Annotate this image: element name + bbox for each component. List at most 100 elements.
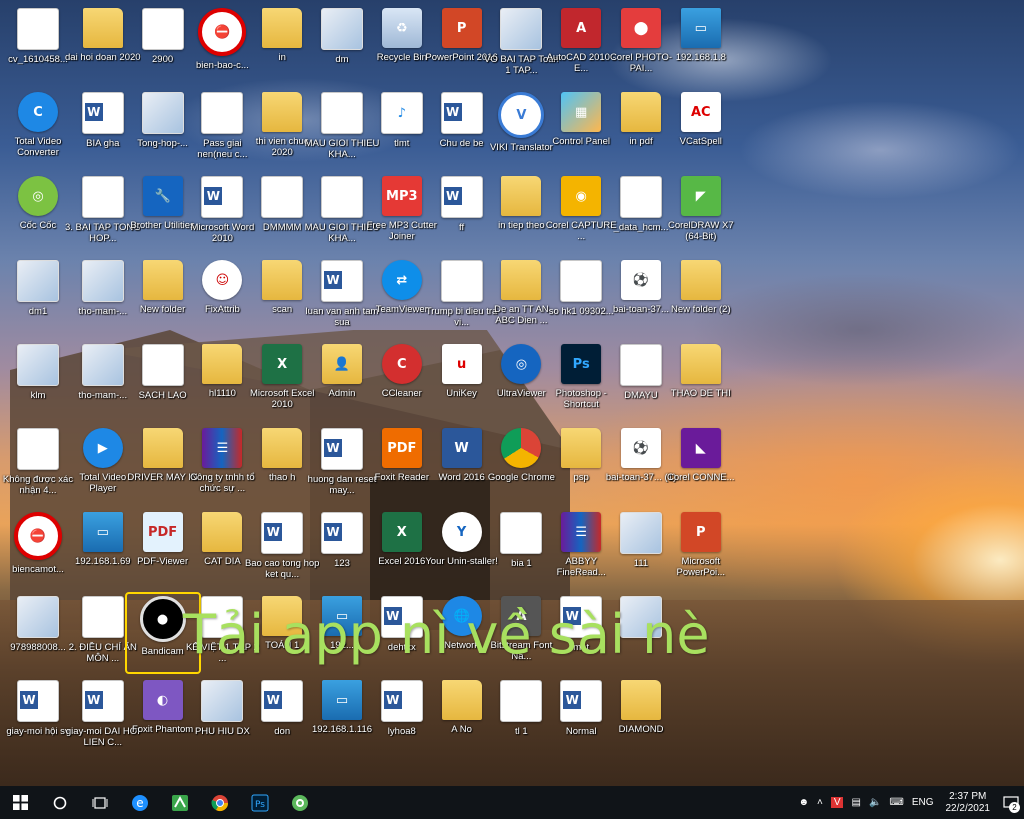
ball-icon: ⚽ <box>621 260 661 300</box>
edge-icon[interactable]: e <box>120 786 160 819</box>
unikey-tray-icon[interactable]: V <box>830 797 844 808</box>
img-icon <box>321 8 363 50</box>
word-icon <box>81 92 124 134</box>
task-view-icon[interactable] <box>80 786 120 819</box>
img-icon <box>201 680 244 722</box>
folder-icon <box>501 260 542 300</box>
rar-icon: ☰ <box>561 512 602 552</box>
word-icon <box>17 680 59 722</box>
foxit-icon: PDF <box>381 428 422 468</box>
desktop-icon[interactable]: P Microsoft PowerPoi... <box>663 508 739 590</box>
word16-icon: W <box>441 428 482 468</box>
corel-icon[interactable] <box>160 786 200 819</box>
word-icon <box>321 428 363 470</box>
sign-icon: ⛔ <box>14 512 62 560</box>
folder-icon <box>621 680 661 720</box>
taskbar: e Ps ☻ ˄ V ▤ 🔈 ⌨ ENG 2:37 PM 22/2/2021 2 <box>0 786 1024 819</box>
desktop-icon-label: CorelDRAW X7 (64-Bit) <box>667 220 734 242</box>
img-icon <box>620 512 662 554</box>
notification-count: 2 <box>1009 802 1020 813</box>
svg-text:e: e <box>136 796 143 810</box>
network-tray-icon[interactable]: ▤ <box>851 797 860 808</box>
rar-icon: ☰ <box>202 428 243 468</box>
doc-icon <box>620 344 662 386</box>
img-icon <box>17 260 59 302</box>
pc-icon: ▭ <box>680 8 721 48</box>
pc-icon: ▭ <box>322 680 362 720</box>
doc-icon <box>620 176 662 218</box>
folder-icon <box>142 428 183 468</box>
desktop-icon-label: Corel CONNE... <box>667 472 735 483</box>
folder-icon <box>680 260 721 300</box>
word-icon <box>321 512 363 554</box>
viki-icon: V <box>498 92 545 138</box>
img-icon <box>141 92 184 134</box>
doc-icon <box>500 680 543 722</box>
teamviewer-icon: ⇄ <box>381 260 422 300</box>
chrome-icon[interactable] <box>200 786 240 819</box>
clock-date: 22/2/2021 <box>945 802 991 814</box>
doc-icon <box>17 8 59 50</box>
ppt-icon: P <box>441 8 482 48</box>
folder-icon <box>262 260 303 300</box>
clock[interactable]: 2:37 PM 22/2/2021 <box>946 791 991 815</box>
doc-icon <box>500 512 543 554</box>
chevron-up-icon[interactable]: ˄ <box>817 797 823 808</box>
chrome-icon <box>501 428 542 468</box>
coreldraw-icon: ◤ <box>680 176 721 216</box>
desktop-icon[interactable]: New folder (2) <box>663 256 739 338</box>
desktop-icon[interactable]: ▭ 192.168.1.8 <box>663 4 739 86</box>
word-icon <box>261 512 304 554</box>
doc-icon <box>560 260 603 302</box>
word-icon <box>321 260 363 302</box>
word-icon <box>380 680 423 722</box>
folder-icon <box>82 8 123 48</box>
img-icon <box>81 260 124 302</box>
photoshop-icon[interactable]: Ps <box>240 786 280 819</box>
language-indicator[interactable]: ENG <box>912 797 934 808</box>
img-icon <box>17 344 59 386</box>
desktop-icon[interactable]: ◣ Corel CONNE... <box>663 424 739 506</box>
pdfv-icon: PDF <box>142 512 183 552</box>
keyboard-icon[interactable]: ⌨ <box>889 797 903 808</box>
desktop-icon[interactable]: AC VCatSpell <box>663 88 739 170</box>
desktop-icon[interactable]: THAO DE THI <box>663 340 739 422</box>
phantom-icon: ◐ <box>142 680 183 720</box>
desktop-icon-label: Microsoft PowerPoi... <box>676 556 726 578</box>
brother-icon: 🔧 <box>142 176 183 216</box>
volume-muted-icon[interactable]: 🔈 <box>869 797 881 808</box>
none-icon <box>681 680 721 720</box>
word-icon <box>440 92 483 134</box>
mp3-icon: ♪ <box>380 92 423 134</box>
folder-icon <box>501 176 542 216</box>
doc-icon <box>201 92 244 134</box>
desktop-icon-label: New folder (2) <box>670 304 731 315</box>
admin-icon: 👤 <box>322 344 362 384</box>
word-icon <box>440 176 483 218</box>
pc-icon: ▭ <box>82 512 123 552</box>
img-icon <box>17 596 59 638</box>
desktop-icon-label: VCatSpell <box>679 136 722 147</box>
desktop-icon[interactable] <box>663 676 739 758</box>
desktop-icon[interactable]: ◤ CorelDRAW X7 (64-Bit) <box>663 172 739 254</box>
doc-icon <box>261 176 304 218</box>
ultra-icon: ◎ <box>501 344 542 384</box>
overlay-caption: Tải app nì về sài nè <box>183 603 710 666</box>
windows-icon[interactable] <box>0 786 40 819</box>
folder-icon <box>621 92 661 132</box>
desktop-area: cv_1610458... dai hoi doan 2020 2900 ⛔ bien-… <box>0 0 1024 786</box>
folder-icon <box>142 260 183 300</box>
doc-icon <box>141 8 184 50</box>
doc-icon <box>321 176 363 218</box>
excel-icon: X <box>262 344 303 384</box>
cortana-circle-icon[interactable] <box>40 786 80 819</box>
folder-icon <box>202 344 243 384</box>
word-icon <box>201 176 244 218</box>
people-icon[interactable]: ☻ <box>798 797 809 808</box>
notification-center-icon[interactable]: 2 <box>998 786 1024 819</box>
coccoc-icon[interactable] <box>280 786 320 819</box>
folder-icon <box>680 344 721 384</box>
bandicam-icon: ● <box>139 596 186 642</box>
tvc-icon: C <box>18 92 58 132</box>
word-icon <box>261 680 304 722</box>
